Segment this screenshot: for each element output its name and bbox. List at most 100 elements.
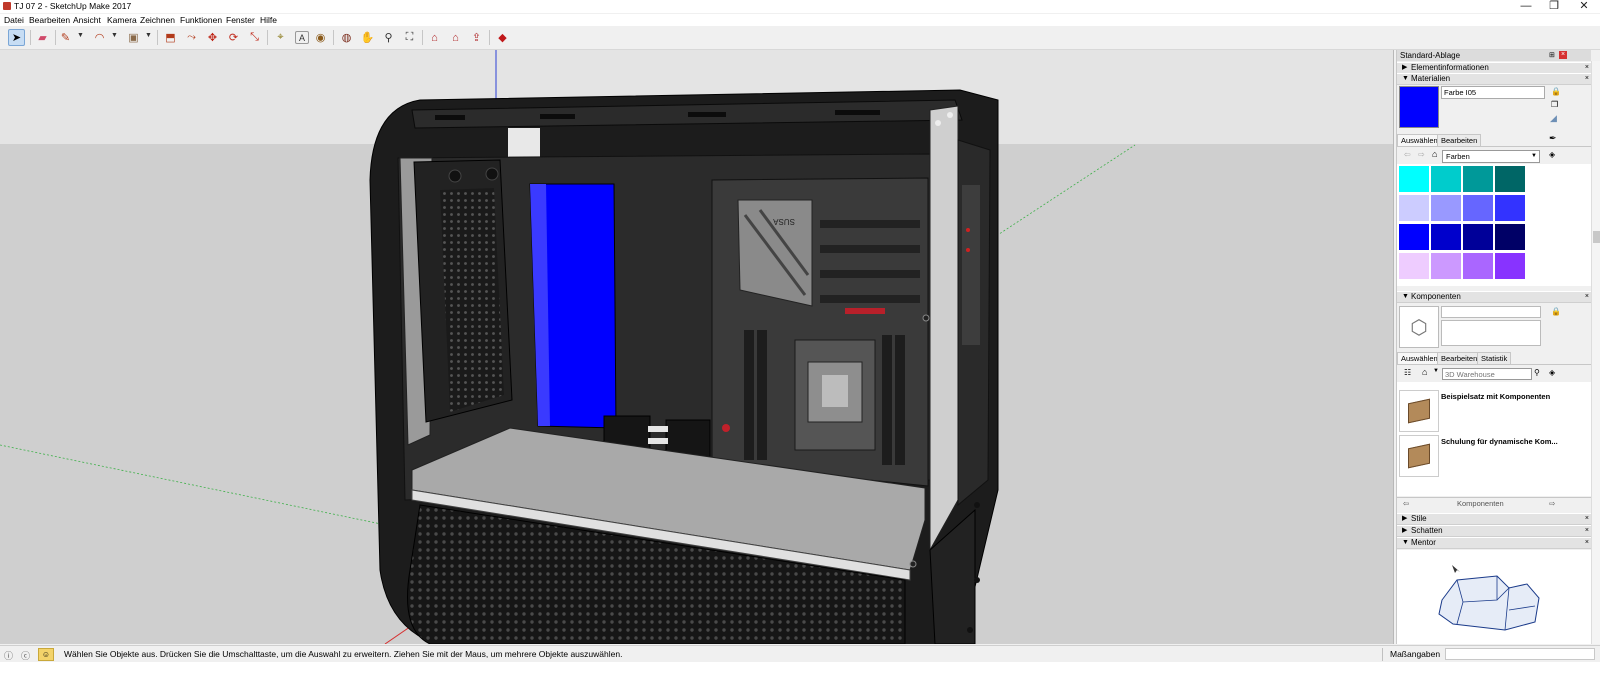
pan-icon[interactable]: ✋ [359,29,376,46]
forward-arrow-icon[interactable]: ⇨ [1418,150,1425,159]
back-arrow-icon[interactable]: ⇦ [1403,498,1409,510]
mentor-header[interactable]: ▼ Mentor × [1397,537,1591,549]
pencil-line-icon[interactable]: ✎ [57,29,74,46]
orbit-icon[interactable]: ◍ [338,29,355,46]
geolocation-icon[interactable]: ⓘ [4,649,13,662]
paint-bucket-icon[interactable]: ◉ [312,29,329,46]
arc-icon[interactable]: ◠ [91,29,108,46]
zoom-icon[interactable]: ⚲ [380,29,397,46]
instructor-icon[interactable]: ☺ [38,648,54,661]
board-accent [845,308,885,314]
menu-datei[interactable]: Datei [4,15,24,26]
library-select[interactable]: Farben ▼ [1442,150,1540,163]
rectangle-icon[interactable]: ▣ [125,29,142,46]
swatch[interactable] [1463,166,1493,192]
foot [967,627,973,633]
default-material-icon[interactable]: ◢ [1550,113,1557,124]
share-model-icon[interactable]: ⇪ [468,29,485,46]
materials-header[interactable]: ▼ Materialien × [1397,73,1591,85]
swatch[interactable] [1399,253,1429,279]
chevron-down-icon[interactable]: ▼ [77,32,84,39]
menu-hilfe[interactable]: Hilfe [260,15,277,26]
component-item-title[interactable]: Beispielsatz mit Komponenten [1441,392,1550,401]
swatch[interactable] [1431,253,1461,279]
swatch[interactable] [1463,253,1493,279]
forward-arrow-icon[interactable]: ⇨ [1549,498,1555,510]
material-preview[interactable] [1399,86,1439,128]
tray-close-icon[interactable]: × [1559,51,1567,59]
measurements-input[interactable] [1445,648,1595,660]
follow-me-icon[interactable]: ⤳ [183,29,200,46]
swatch[interactable] [1399,166,1429,192]
swatch[interactable] [1495,253,1525,279]
shadows-header[interactable]: ▶ Schatten × [1397,525,1591,537]
lock-icon[interactable]: 🔒 [1551,307,1561,316]
home-icon[interactable]: ⌂ [1422,367,1427,377]
rotate-icon[interactable]: ⟳ [225,29,242,46]
chevron-down-icon[interactable]: ▼ [1433,368,1439,374]
foot [974,577,980,583]
material-name-input[interactable] [1441,86,1545,99]
scale-icon[interactable]: ⤡ [246,29,263,46]
close-button[interactable]: ✕ [1570,0,1598,13]
search-icon[interactable]: ⚲ [1534,368,1540,377]
eraser-icon[interactable]: ▰ [34,29,51,46]
scrollbar-thumb[interactable] [1593,231,1600,243]
credits-icon[interactable]: ⓒ [21,649,30,662]
tube [648,438,668,444]
menu-bearbeiten[interactable]: Bearbeiten [29,15,70,26]
eyedropper-icon[interactable]: ✒ [1549,133,1557,144]
swatch[interactable] [1399,195,1429,221]
swatch[interactable] [1431,195,1461,221]
select-arrow-icon[interactable]: ➤ [8,29,25,46]
styles-header[interactable]: ▶ Stile × [1397,513,1591,525]
menu-funktionen[interactable]: Funktionen [180,15,222,26]
minimize-button[interactable]: — [1512,0,1540,13]
component-description-field[interactable] [1441,320,1541,346]
tray-scrollbar[interactable] [1591,61,1600,644]
ruby-extension-icon[interactable]: ◆ [494,29,511,46]
drawing-viewport[interactable]: SUSA [0,50,1394,644]
swatch[interactable] [1431,224,1461,250]
tape-measure-icon[interactable]: ⌖ [272,29,289,46]
list-item[interactable] [1399,435,1439,477]
ram-slot [744,330,754,460]
extension-warehouse-icon[interactable]: ⌂ [447,29,464,46]
menu-ansicht[interactable]: Ansicht [73,15,101,26]
list-item[interactable] [1399,390,1439,432]
zoom-extents-icon[interactable]: ⛶ [401,29,418,46]
chevron-down-icon[interactable]: ▼ [145,32,152,39]
menu-fenster[interactable]: Fenster [226,15,255,26]
menu-zeichnen[interactable]: Zeichnen [140,15,175,26]
swatch[interactable] [1463,195,1493,221]
components-header[interactable]: ▼ Komponenten × [1397,291,1591,303]
default-tray: Standard-Ablage ⊞ × ▶ Elementinformatione… [1396,50,1600,644]
details-arrow-icon[interactable]: ◈ [1549,368,1555,377]
pin-icon[interactable]: ⊞ [1549,50,1555,61]
home-icon[interactable]: ⌂ [1432,149,1437,159]
back-arrow-icon[interactable]: ⇦ [1404,150,1411,159]
component-thumbnail [1408,398,1430,424]
warehouse-search-input[interactable] [1442,368,1532,380]
swatch[interactable] [1431,166,1461,192]
push-pull-icon[interactable]: ⬒ [162,29,179,46]
component-item-title[interactable]: Schulung für dynamische Kom... [1441,437,1558,446]
move-icon[interactable]: ✥ [204,29,221,46]
swatch[interactable] [1399,224,1429,250]
vent-slot [835,110,880,115]
component-name-field[interactable] [1441,306,1541,318]
swatch[interactable] [1495,195,1525,221]
swatch[interactable] [1495,224,1525,250]
swatch[interactable] [1463,224,1493,250]
view-options-icon[interactable]: ☷ [1404,368,1411,377]
menu-kamera[interactable]: Kamera [107,15,137,26]
lock-icon[interactable]: 🔒 [1551,87,1561,96]
warehouse-icon[interactable]: ⌂ [426,29,443,46]
swatch[interactable] [1495,166,1525,192]
text-icon[interactable]: A [295,31,309,44]
restore-button[interactable]: ❐ [1540,0,1568,13]
model-view: SUSA [0,50,1393,644]
create-material-icon[interactable]: ❒ [1551,100,1558,109]
chevron-down-icon[interactable]: ▼ [111,32,118,39]
details-arrow-icon[interactable]: ◈ [1549,150,1555,159]
